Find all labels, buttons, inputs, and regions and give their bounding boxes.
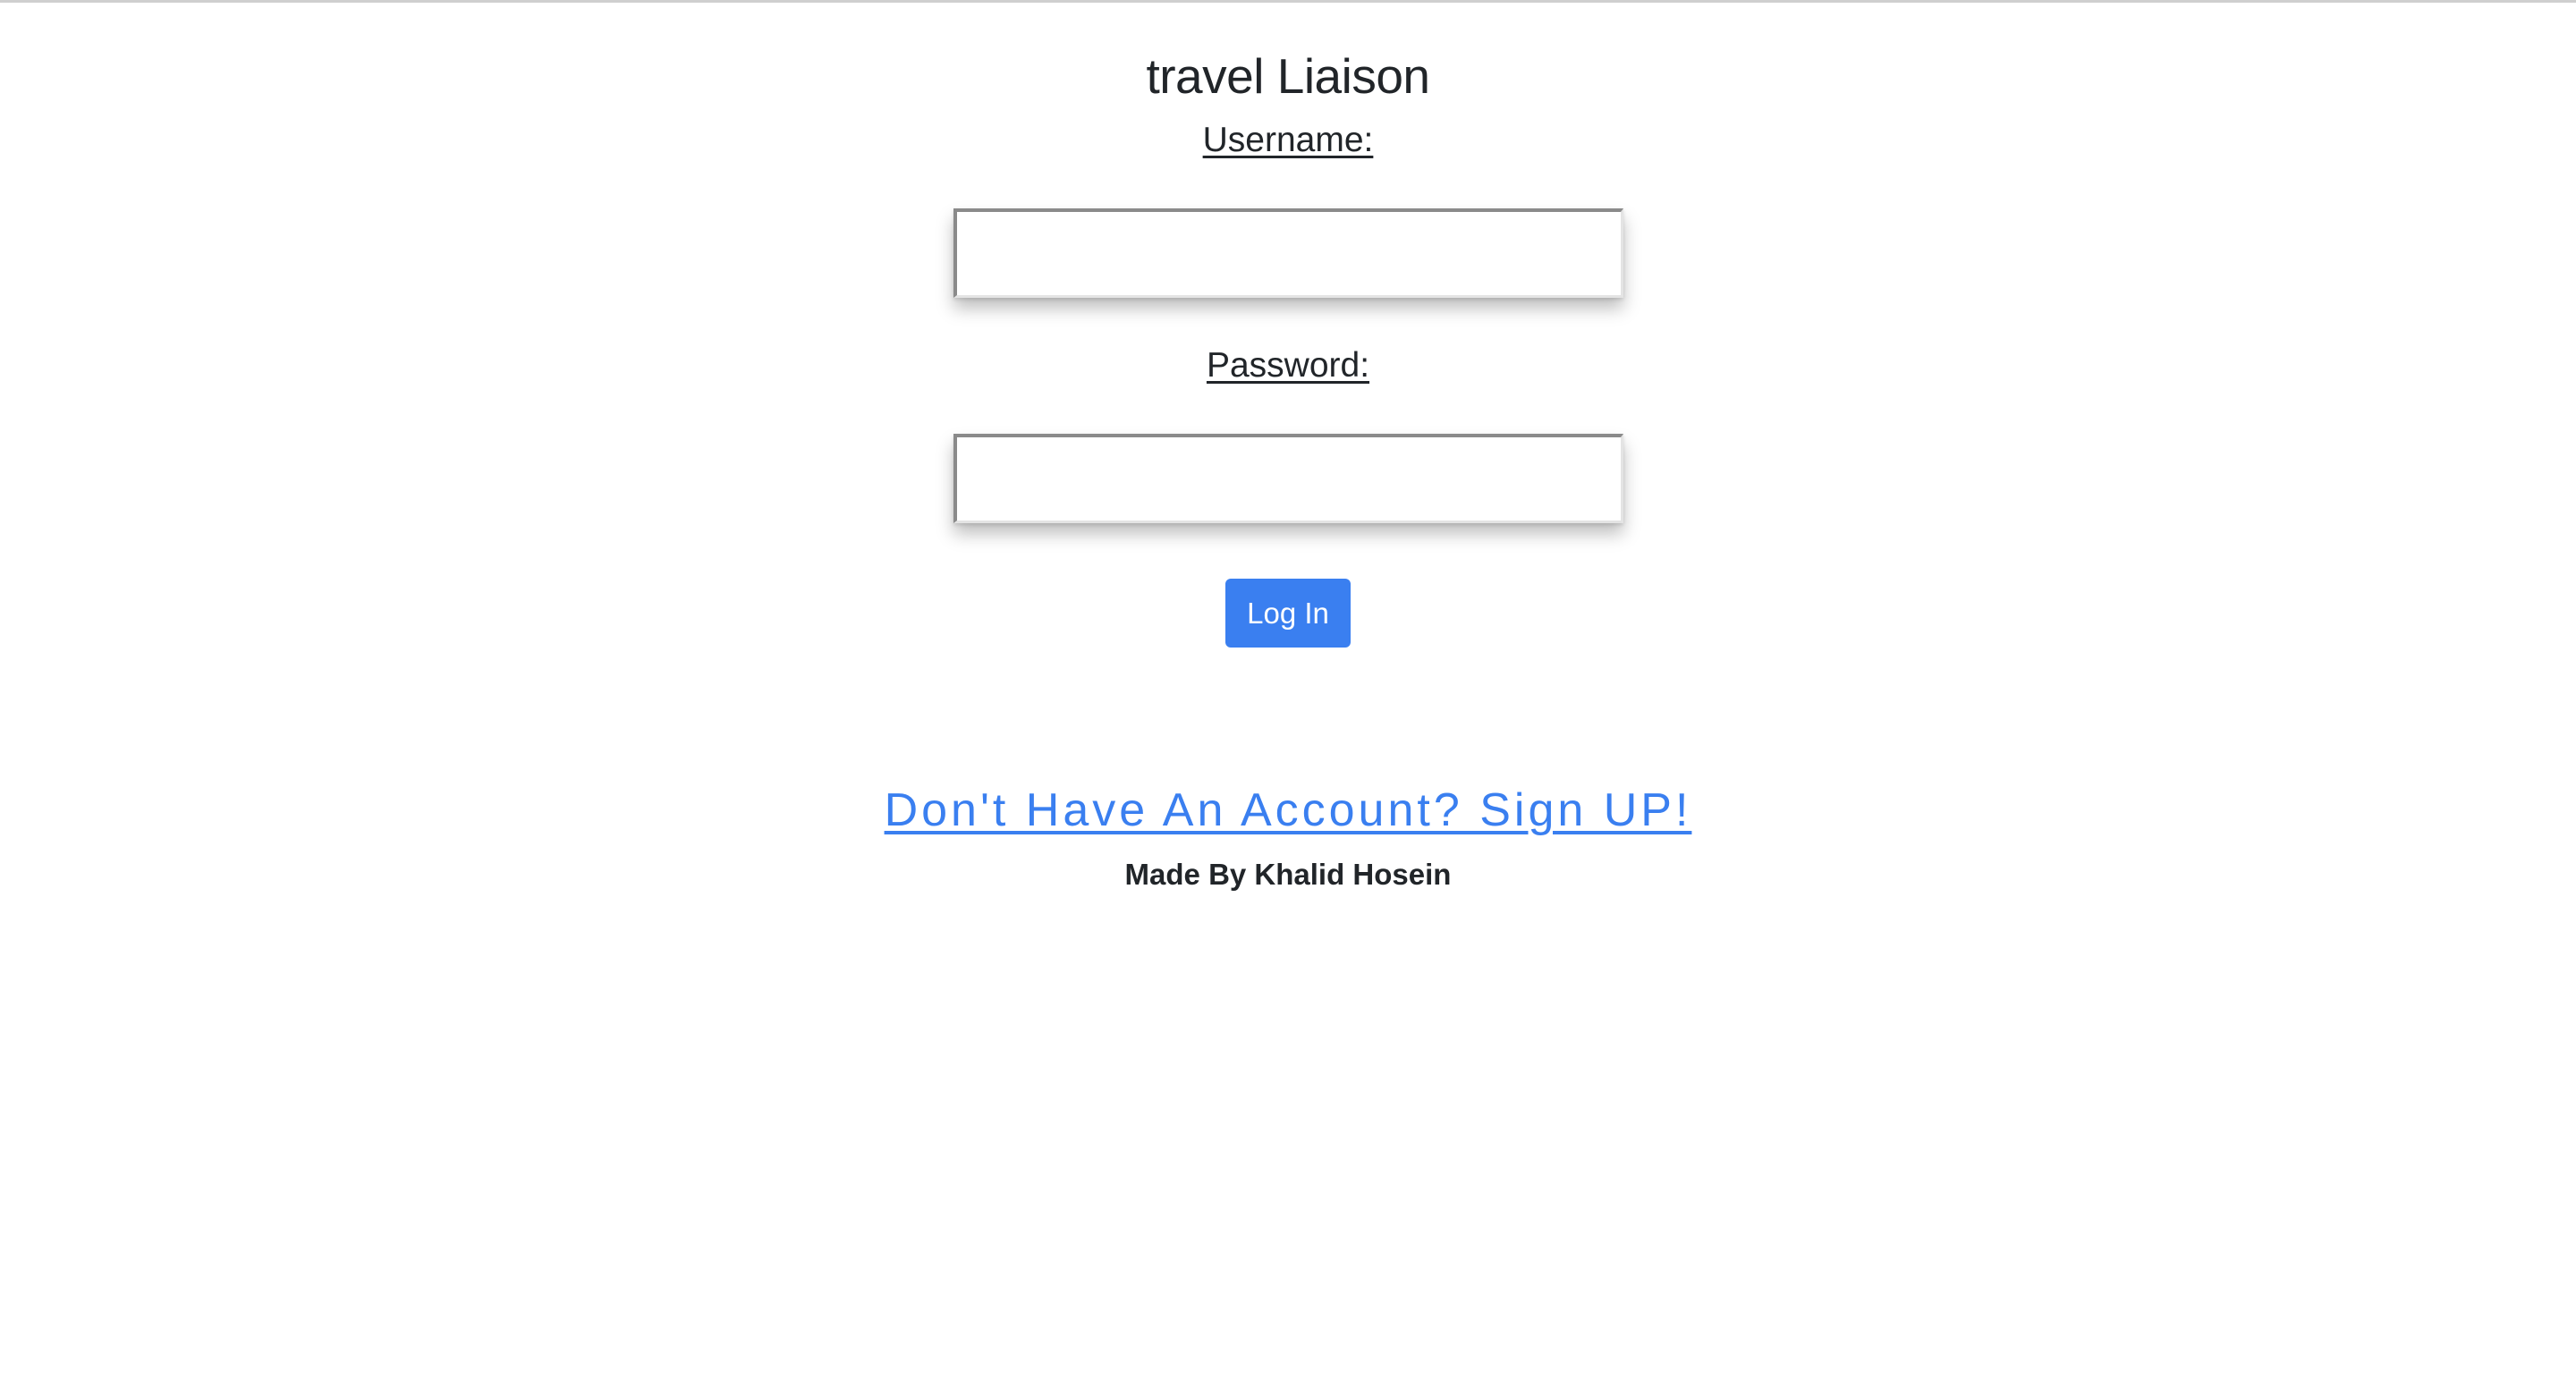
password-label: Password:	[0, 345, 2576, 386]
page-title: travel Liaison	[1146, 48, 1430, 104]
login-button[interactable]: Log In	[1225, 579, 1351, 648]
footer-credit: Made By Khalid Hosein	[1124, 858, 1452, 891]
login-page: travel Liaison Username: Password: Log I…	[0, 0, 2576, 1397]
signup-link[interactable]: Don't Have An Account? Sign UP!	[0, 782, 2576, 839]
password-input[interactable]	[953, 434, 1623, 523]
password-label-text: Password:	[1206, 346, 1370, 385]
username-label-text: Username:	[1202, 121, 1374, 159]
username-input[interactable]	[953, 208, 1623, 298]
username-label: Username:	[0, 120, 2576, 161]
